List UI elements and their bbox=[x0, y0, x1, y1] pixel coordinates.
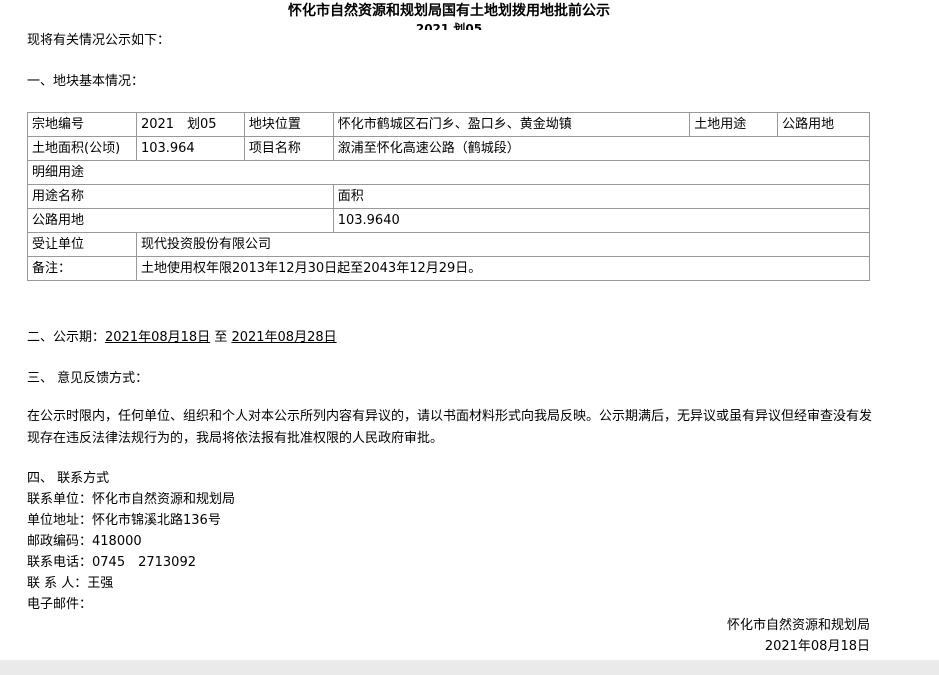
publicity-period: 二、公示期：2021年08月18日 至 2021年08月28日 bbox=[27, 329, 337, 347]
contact-phone: 联系电话：0745 2713092 bbox=[27, 555, 196, 570]
document-number: 2021 划05 bbox=[415, 22, 483, 30]
label-land-use: 土地用途 bbox=[689, 112, 779, 137]
table-row: 备注： 土地使用权年限2013年12月30日起至2043年12月29日。 bbox=[27, 256, 871, 281]
period-end-date: 2021年08月28日 bbox=[231, 330, 337, 345]
value-location: 怀化市鹤城区石门乡、盈口乡、黄金坳镇 bbox=[332, 112, 691, 137]
horizontal-scrollbar[interactable] bbox=[0, 660, 939, 675]
label-project-name: 项目名称 bbox=[243, 136, 334, 161]
table-row: 明细用途 bbox=[27, 160, 870, 185]
contact-unit: 联系单位：怀化市自然资源和规划局 bbox=[27, 492, 236, 507]
label-assignee: 受让单位 bbox=[27, 232, 137, 257]
period-start-date: 2021年08月18日 bbox=[105, 330, 211, 345]
feedback-paragraph: 在公示时限内，任何单位、组织和个人对本公示所列内容有异议的，请以书面材料形式向我… bbox=[27, 409, 873, 446]
header-use-name: 用途名称 bbox=[27, 184, 334, 209]
value-assignee: 现代投资股份有限公司 bbox=[135, 232, 871, 257]
header-area: 面积 bbox=[332, 184, 871, 209]
table-row: 用途名称 面积 bbox=[27, 184, 871, 209]
section-1-heading: 一、地块基本情况： bbox=[27, 74, 145, 89]
value-use-name: 公路用地 bbox=[27, 208, 334, 233]
label-location: 地块位置 bbox=[243, 112, 334, 137]
contact-email: 电子邮件： bbox=[27, 597, 93, 612]
label-land-area: 土地面积(公顷) bbox=[27, 136, 137, 161]
period-separator: 至 bbox=[210, 330, 232, 345]
signature-organization: 怀化市自然资源和规划局 bbox=[726, 618, 870, 633]
table-row: 公路用地 103.9640 bbox=[27, 208, 871, 233]
contact-address: 单位地址：怀化市锦溪北路136号 bbox=[27, 513, 221, 528]
value-project-name: 溆浦至怀化高速公路（鹤城段） bbox=[332, 136, 871, 161]
table-row: 宗地编号 2021 划05 地块位置 怀化市鹤城区石门乡、盈口乡、黄金坳镇 土地… bbox=[27, 112, 870, 137]
section-3-heading: 三、 意见反馈方式： bbox=[27, 371, 149, 386]
signature-date: 2021年08月18日 bbox=[764, 639, 870, 654]
label-remarks: 备注： bbox=[27, 256, 137, 281]
value-parcel-number: 2021 划05 bbox=[135, 112, 245, 137]
value-area: 103.9640 bbox=[332, 208, 871, 233]
value-remarks: 土地使用权年限2013年12月30日起至2043年12月29日。 bbox=[135, 256, 871, 281]
intro-text: 现将有关情况公示如下： bbox=[27, 33, 171, 48]
contact-person: 联 系 人：王强 bbox=[27, 576, 114, 591]
label-detailed-use: 明细用途 bbox=[27, 160, 870, 185]
table-row: 受让单位 现代投资股份有限公司 bbox=[27, 232, 871, 257]
period-label: 二、公示期： bbox=[27, 330, 106, 345]
table-row: 土地面积(公顷) 103.964 项目名称 溆浦至怀化高速公路（鹤城段） bbox=[27, 136, 871, 161]
contact-postcode: 邮政编码：418000 bbox=[27, 534, 142, 549]
page-title: 怀化市自然资源和规划局国有土地划拨用地批前公示 bbox=[288, 3, 610, 19]
value-land-use: 公路用地 bbox=[777, 112, 870, 137]
label-parcel-number: 宗地编号 bbox=[27, 112, 137, 137]
land-info-table: 宗地编号 2021 划05 地块位置 怀化市鹤城区石门乡、盈口乡、黄金坳镇 土地… bbox=[27, 112, 871, 281]
contact-heading: 四、 联系方式 bbox=[27, 471, 110, 486]
value-land-area: 103.964 bbox=[135, 136, 245, 161]
